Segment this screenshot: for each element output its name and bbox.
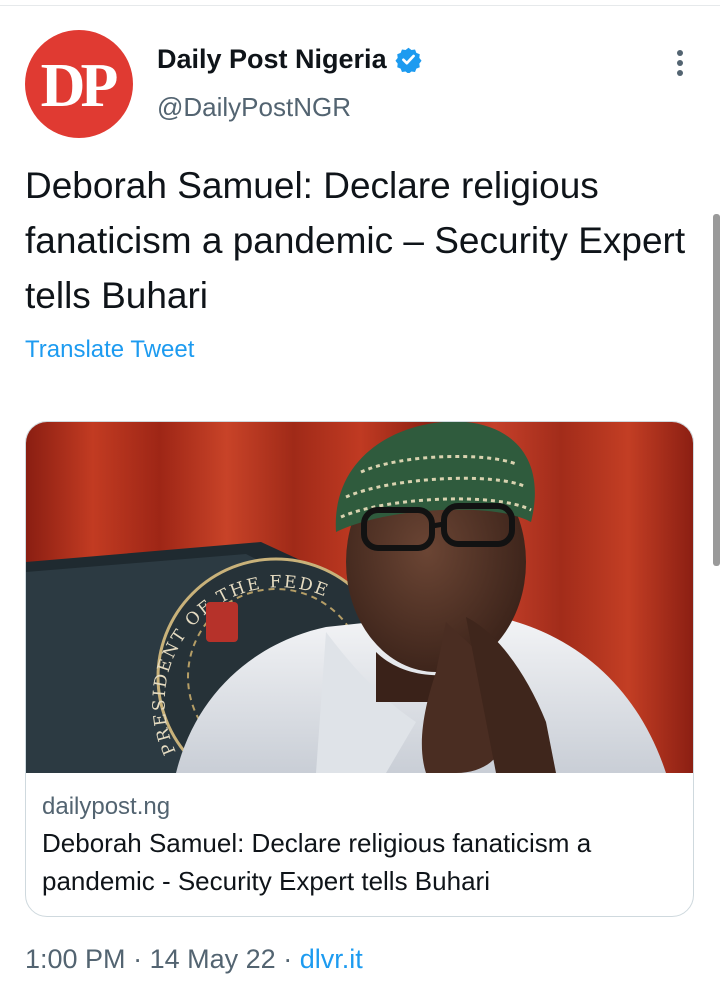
tweet-time[interactable]: 1:00 PM xyxy=(25,944,126,974)
top-divider xyxy=(0,5,720,6)
card-title[interactable]: Deborah Samuel: Declare religious fanati… xyxy=(42,824,682,900)
tweet-date[interactable]: 14 May 22 xyxy=(150,944,276,974)
author-name[interactable]: Daily Post Nigeria xyxy=(157,44,387,75)
separator: · xyxy=(133,944,143,974)
more-options-icon[interactable] xyxy=(668,48,692,78)
tweet-timestamp-row: 1:00 PM · 14 May 22 · dlvr.it xyxy=(25,944,363,975)
card-image[interactable]: PRESIDENT OF THE FEDERAL xyxy=(26,422,693,773)
separator: · xyxy=(283,944,293,974)
author-handle[interactable]: @DailyPostNGR xyxy=(157,92,351,123)
avatar-logo-text: DP xyxy=(40,51,119,120)
tweet-text: Deborah Samuel: Declare religious fanati… xyxy=(25,165,686,316)
card-meta: dailypost.ng Deborah Samuel: Declare rel… xyxy=(42,792,682,900)
translate-tweet-link[interactable]: Translate Tweet xyxy=(25,336,194,364)
avatar[interactable]: DP xyxy=(25,30,133,138)
card-domain: dailypost.ng xyxy=(42,793,171,820)
link-card[interactable]: PRESIDENT OF THE FEDERAL dailypost.ng De… xyxy=(25,421,694,917)
verified-badge-icon xyxy=(395,46,422,74)
tweet-source-link[interactable]: dlvr.it xyxy=(300,944,363,974)
scrollbar[interactable] xyxy=(713,214,720,566)
author-row: Daily Post Nigeria xyxy=(157,44,422,75)
